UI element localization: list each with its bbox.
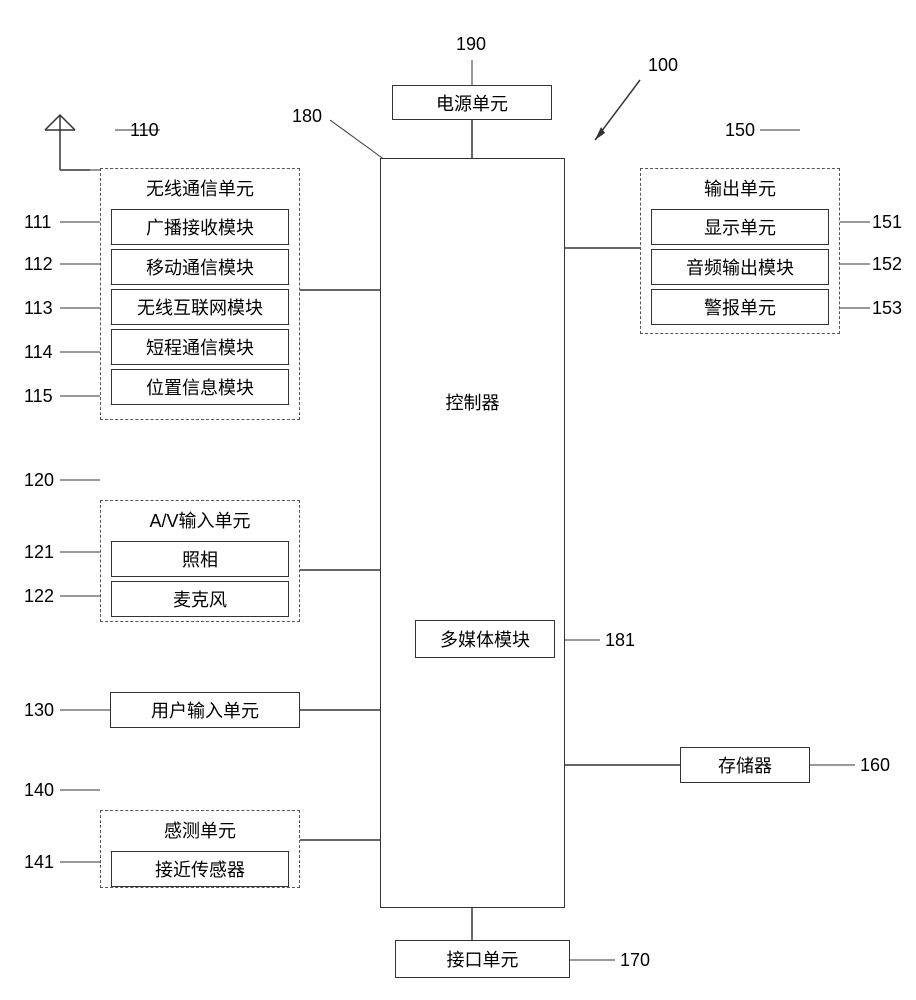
ref-110: 110 bbox=[130, 120, 159, 141]
multimedia-label: 多媒体模块 bbox=[440, 626, 530, 652]
wireless-internet-module: 无线互联网模块 bbox=[111, 289, 289, 325]
short-range-module: 短程通信模块 bbox=[111, 329, 289, 365]
proximity-sensor-block: 接近传感器 bbox=[111, 851, 289, 887]
memory-block: 存储器 bbox=[680, 747, 810, 783]
audio-output-block: 音频输出模块 bbox=[651, 249, 829, 285]
ref-112: 112 bbox=[24, 254, 53, 275]
ref-150: 150 bbox=[725, 120, 755, 141]
broadcast-module: 广播接收模块 bbox=[111, 209, 289, 245]
ref-120: 120 bbox=[24, 470, 54, 491]
alarm-unit-block: 警报单元 bbox=[651, 289, 829, 325]
ref-170: 170 bbox=[620, 950, 650, 971]
ref-100: 100 bbox=[648, 55, 678, 76]
ref-152: 152 bbox=[872, 254, 902, 275]
display-unit-block: 显示单元 bbox=[651, 209, 829, 245]
microphone-block: 麦克风 bbox=[111, 581, 289, 617]
mobile-comm-module: 移动通信模块 bbox=[111, 249, 289, 285]
output-group-title: 输出单元 bbox=[641, 169, 839, 205]
memory-label: 存储器 bbox=[718, 752, 772, 778]
ref-121: 121 bbox=[24, 542, 54, 563]
interface-block: 接口单元 bbox=[395, 940, 570, 978]
power-unit-block: 电源单元 bbox=[392, 85, 552, 120]
ref-160: 160 bbox=[860, 755, 890, 776]
ref-181: 181 bbox=[605, 630, 635, 651]
ref-122: 122 bbox=[24, 586, 54, 607]
multimedia-block: 多媒体模块 bbox=[415, 620, 555, 658]
location-info-module: 位置信息模块 bbox=[111, 369, 289, 405]
sense-group-title: 感测单元 bbox=[101, 811, 299, 847]
ref-113: 113 bbox=[24, 298, 53, 319]
ref-153: 153 bbox=[872, 298, 902, 319]
ref-190: 190 bbox=[456, 34, 486, 55]
interface-label: 接口单元 bbox=[447, 946, 519, 972]
ref-115: 115 bbox=[24, 386, 53, 407]
av-input-group: A/V输入单元 照相 麦克风 bbox=[100, 500, 300, 622]
ref-111: 111 bbox=[24, 212, 51, 233]
controller-label: 控制器 bbox=[446, 389, 500, 415]
ref-151: 151 bbox=[872, 212, 902, 233]
ref-140: 140 bbox=[24, 780, 54, 801]
user-input-label: 用户输入单元 bbox=[151, 697, 259, 723]
controller-block: 控制器 bbox=[380, 158, 565, 908]
av-group-title: A/V输入单元 bbox=[101, 501, 299, 537]
wireless-group: 无线通信单元 广播接收模块 移动通信模块 无线互联网模块 短程通信模块 位置信息… bbox=[100, 168, 300, 420]
ref-114: 114 bbox=[24, 342, 53, 363]
power-unit-label: 电源单元 bbox=[436, 90, 508, 116]
camera-block: 照相 bbox=[111, 541, 289, 577]
sense-group: 感测单元 接近传感器 bbox=[100, 810, 300, 888]
user-input-block: 用户输入单元 bbox=[110, 692, 300, 728]
ref-130: 130 bbox=[24, 700, 54, 721]
ref-141: 141 bbox=[24, 852, 54, 873]
output-group: 输出单元 显示单元 音频输出模块 警报单元 bbox=[640, 168, 840, 334]
ref-180: 180 bbox=[292, 106, 322, 127]
wireless-group-title: 无线通信单元 bbox=[101, 169, 299, 205]
